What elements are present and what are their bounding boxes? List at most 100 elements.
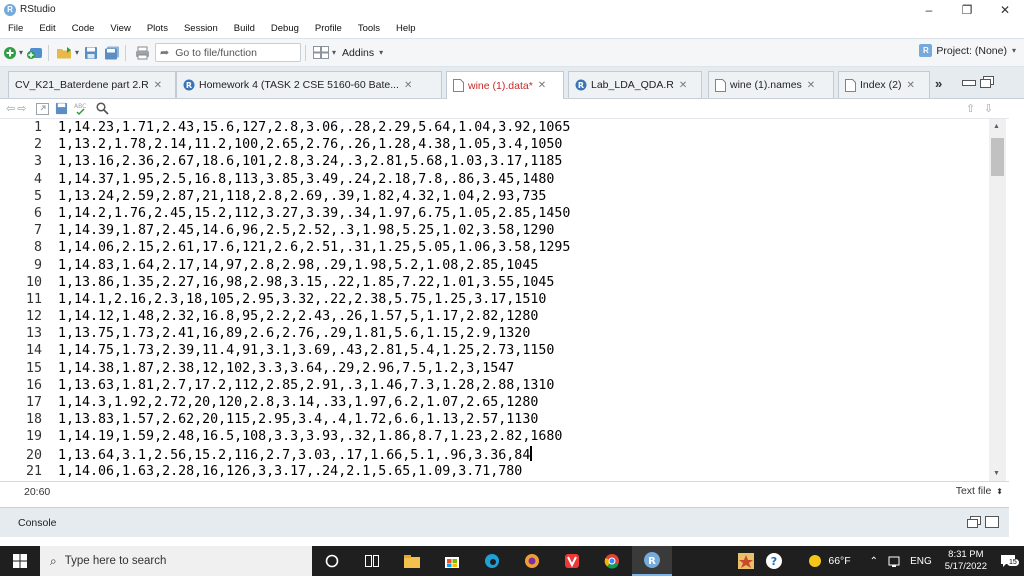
- microsoft-store-icon[interactable]: [432, 546, 472, 576]
- line-text[interactable]: 1,14.75,1.73,2.39,11.4,91,3.1,3.69,.43,2…: [58, 343, 554, 358]
- code-line[interactable]: 3 1,13.16,2.36,2.67,18.6,101,2.8,3.24,.3,…: [0, 153, 989, 170]
- close-window-button[interactable]: ✕: [986, 0, 1024, 19]
- file-explorer-icon[interactable]: [392, 546, 432, 576]
- editor-save-icon[interactable]: [55, 102, 68, 115]
- code-line[interactable]: 1 1,14.23,1.71,2.43,15.6,127,2.8,3.06,.28…: [0, 119, 989, 136]
- task-view-icon[interactable]: [352, 546, 392, 576]
- line-text[interactable]: 1,13.63,1.81,2.7,17.2,112,2.85,2.91,.3,1…: [58, 378, 554, 393]
- code-line[interactable]: 9 1,14.83,1.64,2.17,14,97,2.8,2.98,.29,1.…: [0, 257, 989, 274]
- menu-view[interactable]: View: [102, 23, 138, 34]
- go-down-icon[interactable]: ⇩: [984, 102, 993, 115]
- vivaldi-icon[interactable]: [552, 546, 592, 576]
- code-line[interactable]: 14 1,14.75,1.73,2.39,11.4,91,3.1,3.69,.43…: [0, 342, 989, 359]
- find-icon[interactable]: [96, 102, 110, 115]
- goto-file-input[interactable]: ➦ Go to file/function: [155, 43, 302, 62]
- help-icon[interactable]: ?: [765, 552, 783, 570]
- line-text[interactable]: 1,14.06,1.63,2.28,16,126,3,3.17,.24,2.1,…: [58, 464, 522, 479]
- back-arrow-icon[interactable]: ⇦: [6, 102, 15, 115]
- edge-browser-icon[interactable]: [472, 546, 512, 576]
- code-line[interactable]: 21 1,14.06,1.63,2.28,16,126,3,3.17,.24,2.…: [0, 463, 989, 480]
- code-line[interactable]: 8 1,14.06,2.15,2.61,17.6,121,2.6,2.51,.31…: [0, 239, 989, 256]
- go-up-icon[interactable]: ⇧: [966, 102, 975, 115]
- weather-widget[interactable]: 66°F: [808, 554, 851, 568]
- line-text[interactable]: 1,14.39,1.87,2.45,14.6,96,2.5,2.52,.3,1.…: [58, 223, 554, 238]
- tab-homework-4[interactable]: R Homework 4 (TASK 2 CSE 5160-60 Bate...…: [176, 71, 442, 98]
- network-icon[interactable]: [888, 555, 900, 567]
- code-line[interactable]: 2 1,13.2,1.78,2.14,11.2,100,2.65,2.76,.26…: [0, 136, 989, 153]
- close-tab-icon[interactable]: ✕: [807, 80, 815, 91]
- editor-scrollbar[interactable]: ▲ ▼: [989, 119, 1006, 481]
- menu-session[interactable]: Session: [176, 23, 226, 34]
- tab-lab-lda-qda[interactable]: R Lab_LDA_QDA.R ✕: [568, 71, 702, 98]
- open-file-button[interactable]: ▾: [56, 43, 79, 63]
- line-text[interactable]: 1,14.1,2.16,2.3,18,105,2.95,3.32,.22,2.3…: [58, 292, 546, 307]
- code-line[interactable]: 19 1,14.19,1.59,2.48,16.5,108,3.3,3.93,.3…: [0, 428, 989, 445]
- line-text[interactable]: 1,14.19,1.59,2.48,16.5,108,3.3,3.93,.32,…: [58, 429, 562, 444]
- app-icon-ring[interactable]: [512, 546, 552, 576]
- close-tab-icon[interactable]: ✕: [538, 80, 546, 91]
- file-type-selector[interactable]: Text file ⬍: [956, 485, 1003, 497]
- tray-app-icon[interactable]: [737, 552, 755, 570]
- code-line[interactable]: 13 1,13.75,1.73,2.41,16,89,2.6,2.76,.29,1…: [0, 325, 989, 342]
- scroll-up-icon[interactable]: ▲: [993, 123, 1000, 130]
- line-text[interactable]: 1,13.86,1.35,2.27,16,98,2.98,3.15,.22,1.…: [58, 275, 554, 290]
- menu-file[interactable]: File: [0, 23, 31, 34]
- code-line[interactable]: 15 1,14.38,1.87,2.38,12,102,3.3,3.64,.29,…: [0, 360, 989, 377]
- line-text[interactable]: 1,13.24,2.59,2.87,21,118,2.8,2.69,.39,1.…: [58, 189, 546, 204]
- start-button[interactable]: [0, 546, 40, 576]
- spellcheck-icon[interactable]: ABC: [74, 102, 90, 116]
- workspace-panes-button[interactable]: ▾: [313, 43, 336, 63]
- print-button[interactable]: [133, 43, 151, 63]
- maximize-pane-icon[interactable]: [985, 516, 999, 528]
- code-line[interactable]: 16 1,13.63,1.81,2.7,17.2,112,2.85,2.91,.3…: [0, 377, 989, 394]
- chrome-icon[interactable]: [592, 546, 632, 576]
- code-line[interactable]: 6 1,14.2,1.76,2.45,15.2,112,3.27,3.39,.34…: [0, 205, 989, 222]
- line-text[interactable]: 1,13.75,1.73,2.41,16,89,2.6,2.76,.29,1.8…: [58, 326, 530, 341]
- scroll-down-icon[interactable]: ▼: [993, 470, 1000, 477]
- menu-edit[interactable]: Edit: [31, 23, 63, 34]
- tab-wine-names[interactable]: wine (1).names ✕: [708, 71, 834, 98]
- code-line[interactable]: 10 1,13.86,1.35,2.27,16,98,2.98,3.15,.22,…: [0, 274, 989, 291]
- show-hidden-icons-icon[interactable]: ⌃: [870, 556, 878, 567]
- menu-debug[interactable]: Debug: [263, 23, 307, 34]
- code-line[interactable]: 5 1,13.24,2.59,2.87,21,118,2.8,2.69,.39,1…: [0, 188, 989, 205]
- menu-profile[interactable]: Profile: [307, 23, 350, 34]
- line-text[interactable]: 1,13.64,3.1,2.56,15.2,116,2.7,3.03,.17,1…: [58, 448, 530, 463]
- line-text[interactable]: 1,14.23,1.71,2.43,15.6,127,2.8,3.06,.28,…: [58, 120, 570, 135]
- scrollbar-thumb[interactable]: [991, 138, 1004, 176]
- tab-cv-k21[interactable]: CV_K21_Baterdene part 2.R ✕: [8, 71, 176, 98]
- taskbar-search[interactable]: ⌕ Type here to search: [40, 546, 312, 576]
- addins-menu[interactable]: Addins ▾: [342, 47, 383, 59]
- close-tab-icon[interactable]: ✕: [906, 80, 914, 91]
- code-line[interactable]: 4 1,14.37,1.95,2.5,16.8,113,3.85,3.49,.24…: [0, 171, 989, 188]
- menu-tools[interactable]: Tools: [350, 23, 388, 34]
- tab-wine-data[interactable]: wine (1).data* ✕: [446, 71, 564, 99]
- show-in-window-icon[interactable]: [36, 102, 50, 115]
- menu-plots[interactable]: Plots: [139, 23, 176, 34]
- line-text[interactable]: 1,14.12,1.48,2.32,16.8,95,2.2,2.43,.26,1…: [58, 309, 538, 324]
- forward-arrow-icon[interactable]: ⇨: [17, 102, 26, 115]
- maximize-pane-icon[interactable]: [980, 76, 994, 88]
- line-text[interactable]: 1,13.16,2.36,2.67,18.6,101,2.8,3.24,.3,2…: [58, 154, 562, 169]
- rstudio-taskbar-icon[interactable]: R: [632, 546, 672, 576]
- tab-overflow-icon[interactable]: »: [935, 76, 942, 91]
- line-text[interactable]: 1,13.83,1.57,2.62,20,115,2.95,3.4,.4,1.7…: [58, 412, 538, 427]
- menu-code[interactable]: Code: [64, 23, 103, 34]
- minimize-button[interactable]: –: [910, 0, 948, 19]
- tab-index[interactable]: Index (2) ✕: [838, 71, 930, 98]
- restore-pane-icon[interactable]: [967, 516, 981, 528]
- new-file-button[interactable]: ▾: [3, 43, 23, 63]
- menu-build[interactable]: Build: [226, 23, 263, 34]
- language-indicator[interactable]: ENG: [910, 556, 932, 567]
- line-text[interactable]: 1,14.38,1.87,2.38,12,102,3.3,3.64,.29,2.…: [58, 361, 514, 376]
- line-text[interactable]: 1,14.3,1.92,2.72,20,120,2.8,3.14,.33,1.9…: [58, 395, 538, 410]
- close-tab-icon[interactable]: ✕: [404, 80, 412, 91]
- system-clock[interactable]: 8:31 PM 5/17/2022: [945, 549, 987, 573]
- close-tab-icon[interactable]: ✕: [154, 80, 162, 91]
- minimize-pane-icon[interactable]: [962, 76, 976, 86]
- menu-help[interactable]: Help: [388, 23, 424, 34]
- project-menu[interactable]: R Project: (None) ▾: [919, 44, 1016, 57]
- close-tab-icon[interactable]: ✕: [679, 80, 687, 91]
- code-editor[interactable]: 1 1,14.23,1.71,2.43,15.6,127,2.8,3.06,.28…: [0, 119, 989, 481]
- code-line[interactable]: 18 1,13.83,1.57,2.62,20,115,2.95,3.4,.4,1…: [0, 411, 989, 428]
